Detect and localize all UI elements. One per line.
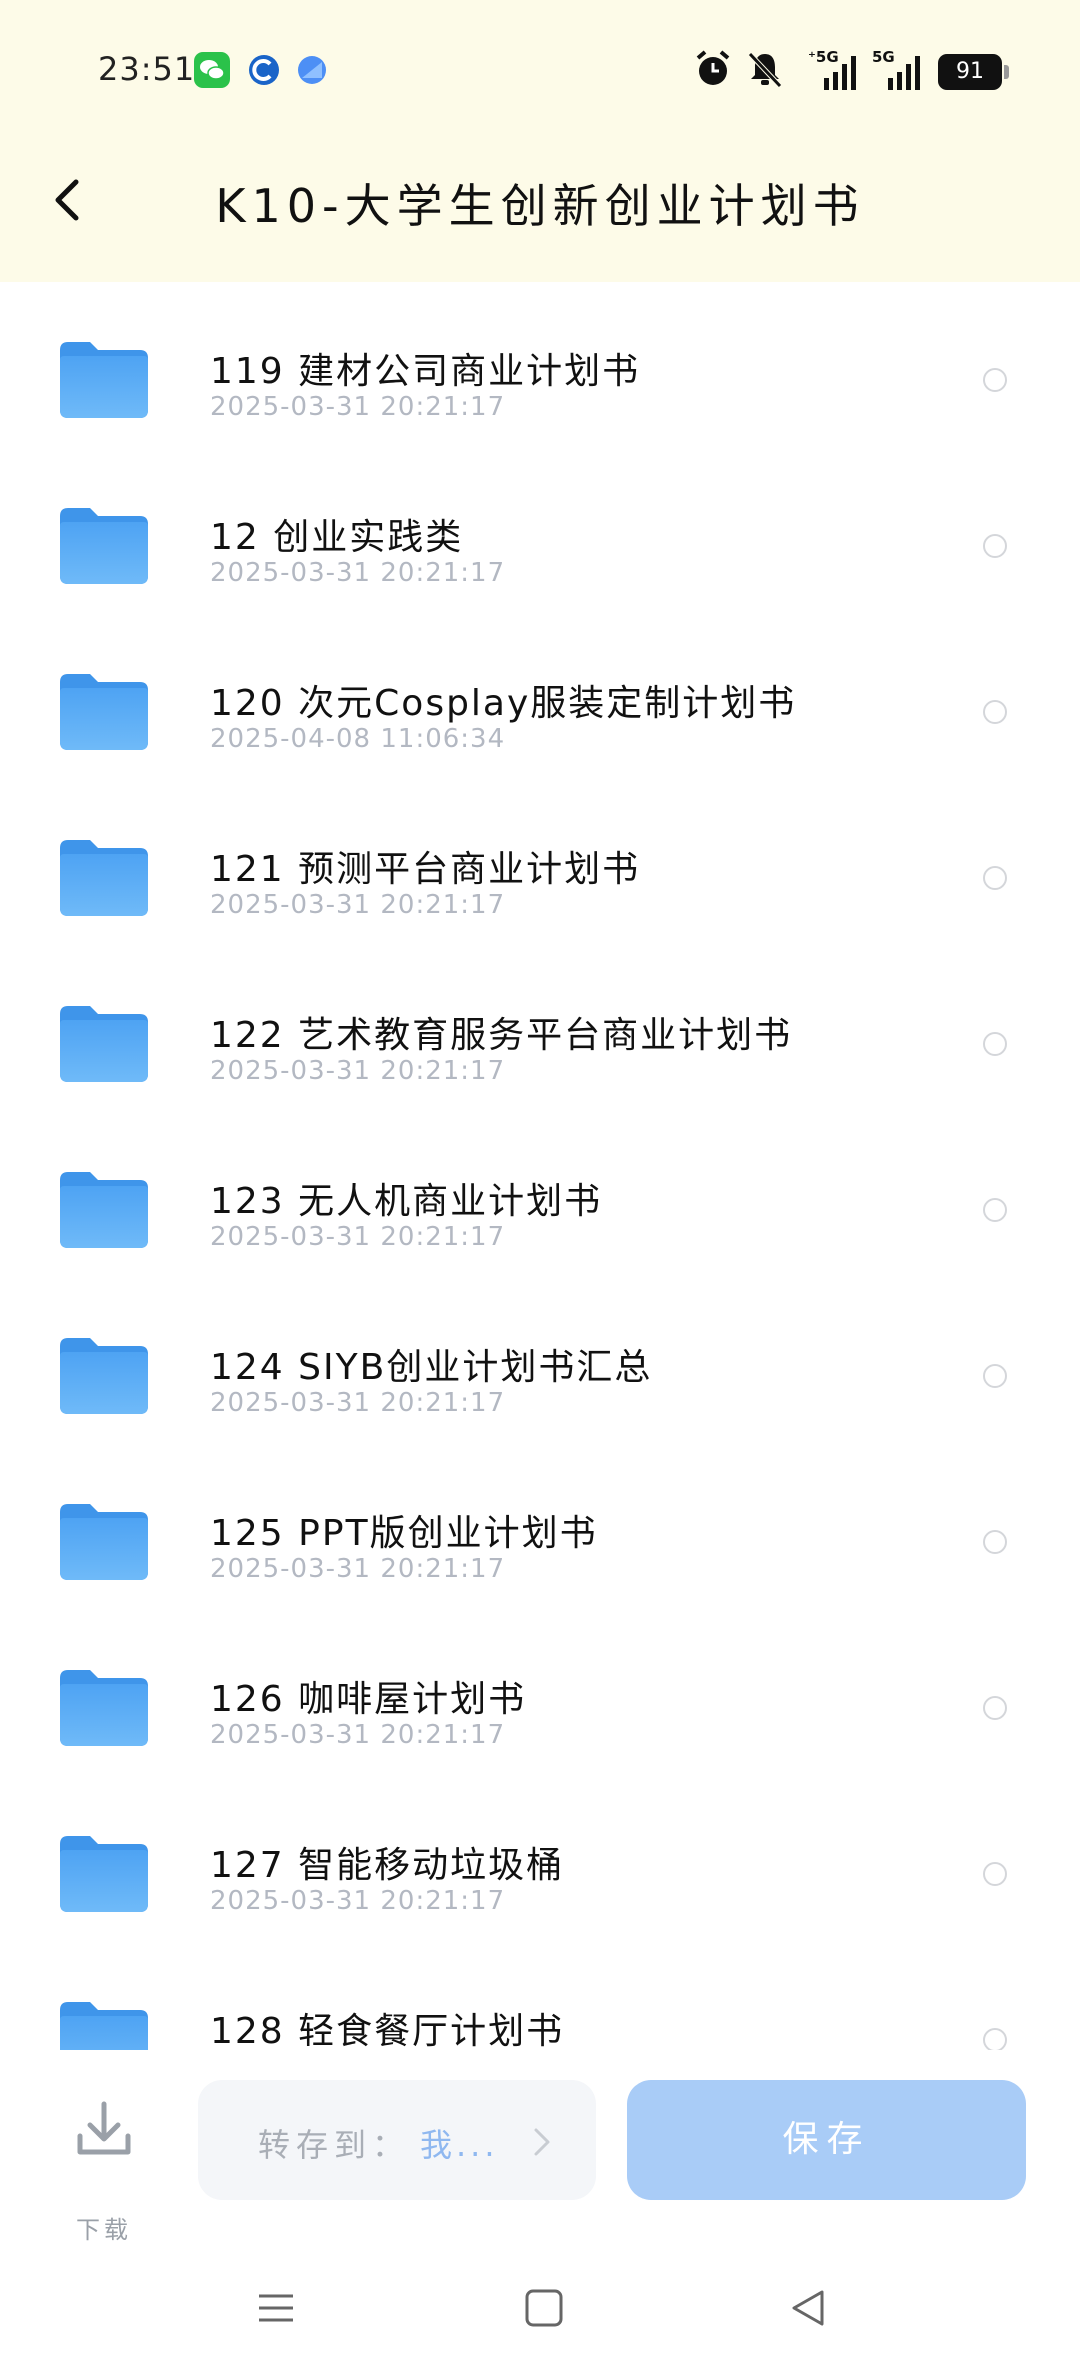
- select-radio[interactable]: [983, 1198, 1007, 1222]
- top-area: 23:51 ⁺5G 5G 91 K10-大学生创新创业计划书: [0, 0, 1080, 282]
- download-button[interactable]: 下载: [60, 2094, 148, 2244]
- list-item[interactable]: 126 咖啡屋计划书 2025-03-31 20:21:17: [0, 1610, 1080, 1776]
- file-name: 127 智能移动垃圾桶: [210, 1845, 565, 1886]
- folder-icon: [60, 1836, 148, 1912]
- home-nav-button[interactable]: [524, 2288, 564, 2332]
- file-name: 124 SIYB创业计划书汇总: [210, 1347, 653, 1388]
- file-name: 123 无人机商业计划书: [210, 1181, 603, 1222]
- folder-icon: [60, 2002, 148, 2050]
- file-date: 2025-03-31 20:21:17: [210, 558, 506, 588]
- select-radio[interactable]: [983, 1364, 1007, 1388]
- file-date: 2025-03-31 20:21:17: [210, 890, 506, 920]
- system-nav-bar: [0, 2250, 1080, 2373]
- page-title: K10-大学生创新创业计划书: [215, 179, 865, 233]
- list-item[interactable]: 123 无人机商业计划书 2025-03-31 20:21:17: [0, 1112, 1080, 1278]
- list-item[interactable]: 128 轻食餐厅计划书: [0, 1942, 1080, 2050]
- svg-text:5G: 5G: [872, 48, 895, 66]
- download-label: 下载: [76, 2216, 132, 2244]
- select-radio[interactable]: [983, 1530, 1007, 1554]
- file-date: 2025-03-31 20:21:17: [210, 392, 506, 422]
- home-square-icon: [525, 2289, 563, 2327]
- chevron-right-icon: [528, 2124, 556, 2164]
- file-date: 2025-03-31 20:21:17: [210, 1554, 506, 1584]
- menu-icon: [259, 2294, 293, 2322]
- save-to-selector[interactable]: 转存到： 我...: [198, 2080, 596, 2200]
- file-date: 2025-04-08 11:06:34: [210, 724, 506, 754]
- list-item[interactable]: 120 次元Cosplay服装定制计划书 2025-04-08 11:06:34: [0, 614, 1080, 780]
- folder-icon: [60, 342, 148, 418]
- list-item[interactable]: 124 SIYB创业计划书汇总 2025-03-31 20:21:17: [0, 1278, 1080, 1444]
- file-list[interactable]: 119 建材公司商业计划书 2025-03-31 20:21:17 12 创业实践类…: [0, 282, 1080, 2050]
- folder-icon: [60, 674, 148, 750]
- folder-icon: [60, 1670, 148, 1746]
- file-name: 12 创业实践类: [210, 517, 464, 558]
- select-radio[interactable]: [983, 534, 1007, 558]
- select-radio[interactable]: [983, 700, 1007, 724]
- file-name: 126 咖啡屋计划书: [210, 1679, 527, 1720]
- list-item[interactable]: 121 预测平台商业计划书 2025-03-31 20:21:17: [0, 780, 1080, 946]
- app-icon: [294, 52, 330, 88]
- file-date: 2025-03-31 20:21:17: [210, 1388, 506, 1418]
- list-item[interactable]: 122 艺术教育服务平台商业计划书 2025-03-31 20:21:17: [0, 946, 1080, 1112]
- svg-text:⁺5G: ⁺5G: [808, 48, 839, 66]
- list-item[interactable]: 12 创业实践类 2025-03-31 20:21:17: [0, 448, 1080, 614]
- wechat-icon: [194, 52, 230, 88]
- status-bar: 23:51 ⁺5G 5G 91: [0, 0, 1080, 140]
- file-name: 120 次元Cosplay服装定制计划书: [210, 683, 797, 724]
- select-radio[interactable]: [983, 2028, 1007, 2050]
- folder-icon: [60, 1172, 148, 1248]
- status-time: 23:51: [98, 50, 196, 88]
- select-radio[interactable]: [983, 1696, 1007, 1720]
- battery-indicator: 91: [938, 54, 1009, 90]
- folder-icon: [60, 840, 148, 916]
- list-item[interactable]: 125 PPT版创业计划书 2025-03-31 20:21:17: [0, 1444, 1080, 1610]
- folder-icon: [60, 508, 148, 584]
- save-to-destination: 我...: [420, 2126, 499, 2164]
- file-name: 122 艺术教育服务平台商业计划书: [210, 1015, 793, 1056]
- back-nav-button[interactable]: [788, 2288, 828, 2332]
- select-radio[interactable]: [983, 1032, 1007, 1056]
- menu-nav-button[interactable]: [256, 2288, 296, 2332]
- file-name: 125 PPT版创业计划书: [210, 1513, 598, 1554]
- file-date: 2025-03-31 20:21:17: [210, 1056, 506, 1086]
- list-item[interactable]: 127 智能移动垃圾桶 2025-03-31 20:21:17: [0, 1776, 1080, 1942]
- back-triangle-icon: [792, 2290, 824, 2326]
- save-button[interactable]: 保存: [627, 2080, 1026, 2200]
- bottom-action-bar: 下载 转存到： 我... 保存: [0, 2050, 1080, 2250]
- folder-icon: [60, 1338, 148, 1414]
- file-name: 119 建材公司商业计划书: [210, 351, 641, 392]
- select-radio[interactable]: [983, 866, 1007, 890]
- file-date: 2025-03-31 20:21:17: [210, 1720, 506, 1750]
- folder-icon: [60, 1504, 148, 1580]
- app-icon: [246, 52, 282, 88]
- file-name: 121 预测平台商业计划书: [210, 849, 641, 890]
- file-date: 2025-03-31 20:21:17: [210, 1886, 506, 1916]
- folder-icon: [60, 1006, 148, 1082]
- 5g-signal-icon: 5G: [872, 48, 928, 96]
- file-date: 2025-03-31 20:21:17: [210, 1222, 506, 1252]
- select-radio[interactable]: [983, 1862, 1007, 1886]
- select-radio[interactable]: [983, 368, 1007, 392]
- mute-icon: [744, 48, 786, 94]
- download-icon: [77, 2101, 131, 2155]
- save-to-label: 转存到：: [258, 2126, 411, 2164]
- alarm-icon: [692, 48, 734, 94]
- list-item[interactable]: 119 建材公司商业计划书 2025-03-31 20:21:17: [0, 282, 1080, 448]
- file-name: 128 轻食餐厅计划书: [210, 2011, 565, 2050]
- 5g-signal-icon: ⁺5G: [808, 48, 864, 96]
